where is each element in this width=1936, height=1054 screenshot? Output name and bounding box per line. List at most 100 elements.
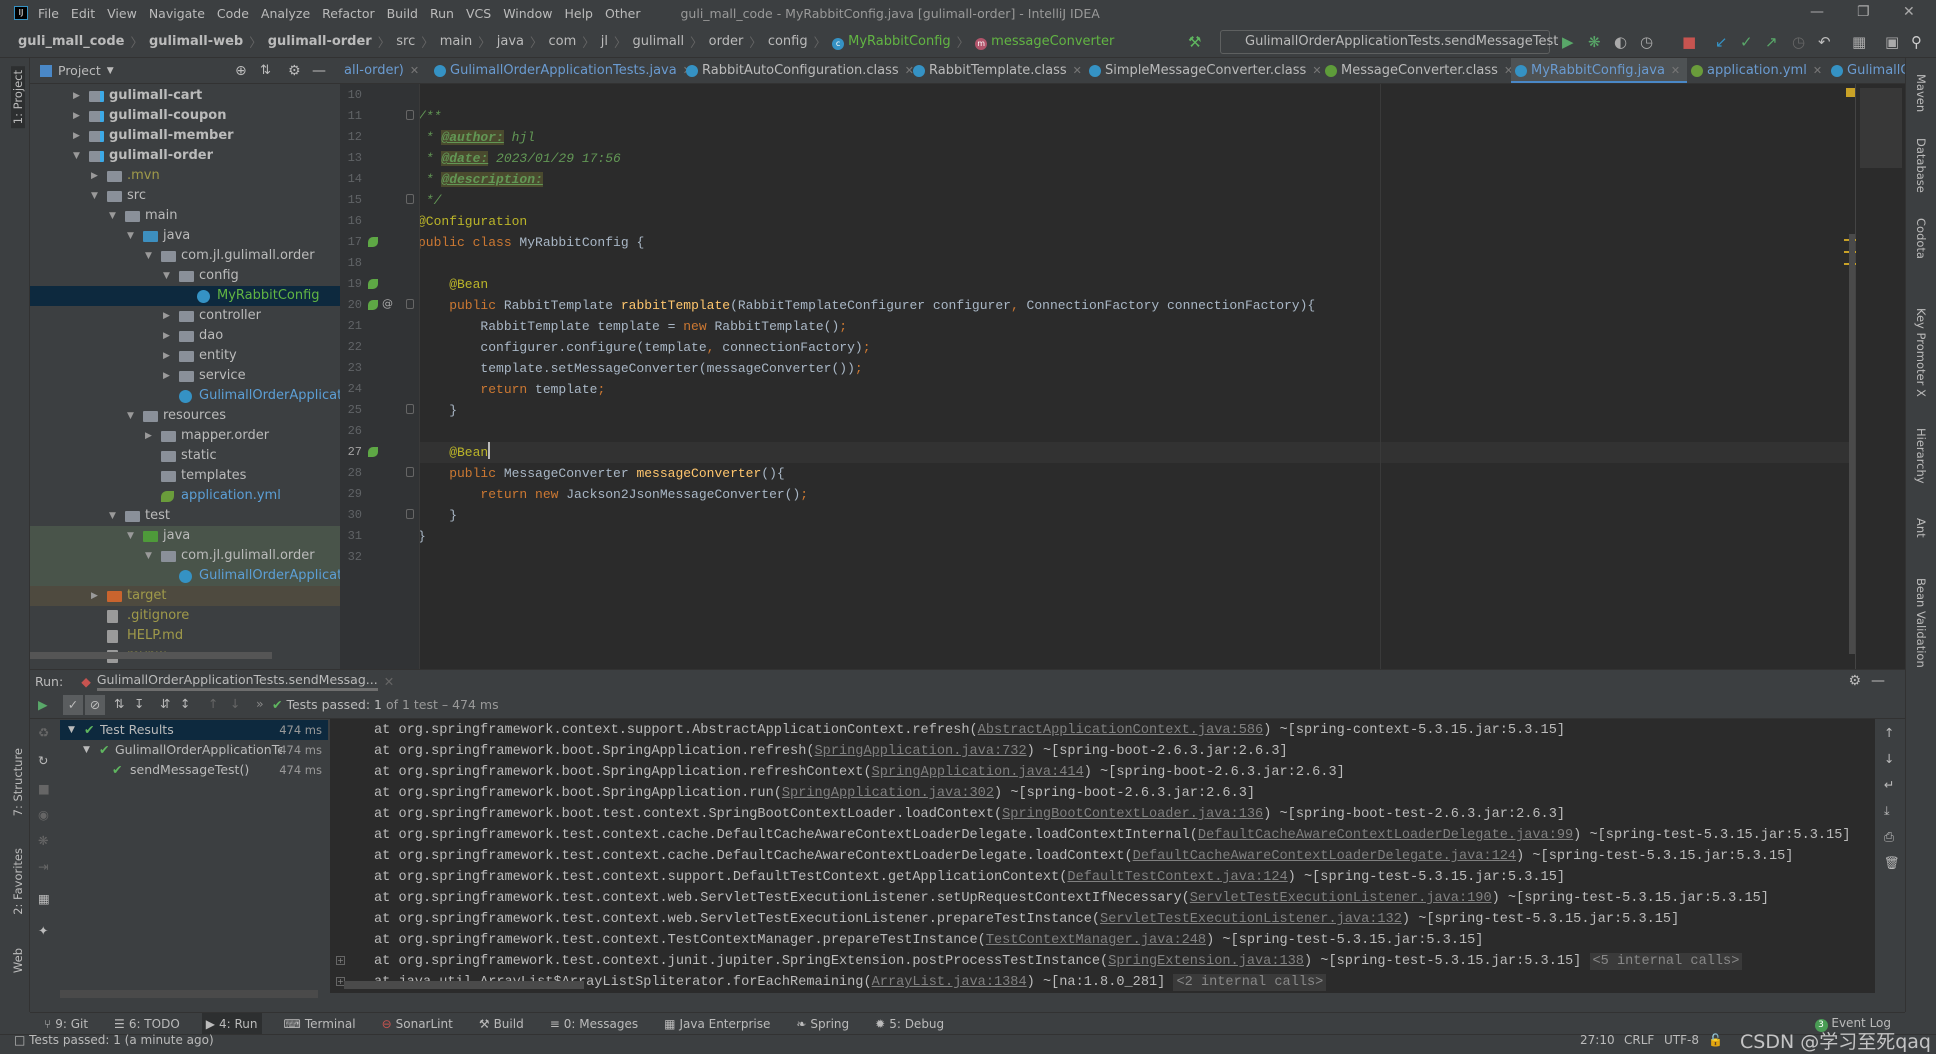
source-link[interactable]: SpringApplication.java:732 xyxy=(815,744,1027,759)
chevron-down-icon[interactable]: ▼ xyxy=(107,66,114,76)
spring-bean-icon[interactable] xyxy=(368,300,378,310)
editor-tab[interactable]: RabbitTemplate.class ✕ xyxy=(909,58,1085,83)
test-result-item[interactable]: ✔ sendMessageTest() 474 ms xyxy=(60,760,328,780)
tree-item[interactable]: ▶ gulimall-member xyxy=(30,126,340,146)
source-link[interactable]: ArrayList.java:1384 xyxy=(872,975,1027,990)
vcs-commit-icon[interactable]: ✓ xyxy=(1740,33,1753,51)
run-configuration-select[interactable]: GulimallOrderApplicationTests.sendMessag… xyxy=(1220,30,1558,69)
fold-icon[interactable] xyxy=(406,467,414,477)
debug-icon[interactable]: ❋ xyxy=(38,833,48,848)
line-separator[interactable]: CRLF xyxy=(1624,1033,1654,1047)
menu-refactor[interactable]: Refactor xyxy=(322,6,374,21)
show-ignored-icon[interactable]: ⊘ xyxy=(85,695,105,715)
breadcrumb-item[interactable]: order xyxy=(709,34,744,49)
tool-tab-run[interactable]: ▶ 4: Run xyxy=(201,1012,262,1035)
source-link[interactable]: AbstractApplicationContext.java:586 xyxy=(978,723,1264,738)
tree-item[interactable]: ▶ mapper.order xyxy=(30,426,340,446)
editor-tab[interactable]: GulimallOrderApplicationTests.java✕ xyxy=(430,58,692,83)
menu-run[interactable]: Run xyxy=(430,6,454,21)
tree-item[interactable]: ▼ config xyxy=(30,266,340,286)
tool-window-hierarchy[interactable]: Hierarchy xyxy=(1914,428,1928,484)
clear-icon[interactable]: 🗑 xyxy=(1884,855,1900,871)
presentation-icon[interactable]: ▣ xyxy=(1885,33,1899,51)
editor-scrollbar[interactable] xyxy=(1844,84,1905,669)
menu-navigate[interactable]: Navigate xyxy=(149,6,205,21)
collapsed-arrow-icon[interactable]: ▶ xyxy=(73,106,80,126)
breadcrumb-item[interactable]: gulimall-web xyxy=(149,34,243,49)
restore-icon[interactable]: ❐ xyxy=(1857,4,1870,20)
tool-tab-spring[interactable]: ❧ Spring xyxy=(792,1013,853,1035)
breadcrumb-item[interactable]: c MyRabbitConfig xyxy=(832,34,951,50)
tree-item[interactable]: GulimallOrderApplication xyxy=(30,386,340,406)
breadcrumb-item[interactable]: guli_mall_code xyxy=(18,34,124,49)
expanded-arrow-icon[interactable]: ▼ xyxy=(127,406,134,426)
tree-item[interactable]: ▼ java xyxy=(30,226,340,246)
fold-icon[interactable] xyxy=(406,194,414,204)
tree-item[interactable]: ▶ dao xyxy=(30,326,340,346)
spring-bean-icon[interactable] xyxy=(368,237,378,247)
more-icon[interactable]: » xyxy=(256,696,264,711)
tree-item[interactable]: ▼ com.jl.gulimall.order xyxy=(30,246,340,266)
breadcrumb-item[interactable]: m messageConverter xyxy=(975,34,1114,50)
tool-window-project[interactable]: 1: Project xyxy=(11,66,25,129)
editor-tab[interactable]: MyRabbitConfig.java ✕ xyxy=(1511,58,1687,83)
fold-icon[interactable] xyxy=(406,110,414,120)
editor-tab[interactable]: all-order) ✕ xyxy=(340,58,430,83)
collapsed-arrow-icon[interactable]: ▶ xyxy=(91,166,98,186)
expand-fold-icon[interactable]: + xyxy=(336,956,345,965)
toggle-tool-windows-icon[interactable]: □ xyxy=(14,1033,25,1047)
coverage-icon[interactable]: ◐ xyxy=(1614,33,1627,51)
show-passed-icon[interactable]: ✓ xyxy=(63,695,83,715)
tool-window-structure[interactable]: 7: Structure xyxy=(11,748,25,816)
breadcrumb-item[interactable]: jl xyxy=(601,34,608,49)
fold-icon[interactable] xyxy=(406,404,414,414)
menu-help[interactable]: Help xyxy=(564,6,593,21)
source-link[interactable]: DefaultTestContext.java:124 xyxy=(1067,870,1287,885)
menu-other[interactable]: Other xyxy=(605,6,641,21)
breadcrumb-item[interactable]: config xyxy=(768,34,808,49)
collapsed-arrow-icon[interactable]: ▶ xyxy=(145,426,152,446)
scroll-to-end-icon[interactable]: ⤓ xyxy=(1884,803,1890,819)
tree-item[interactable]: ▶ controller xyxy=(30,306,340,326)
expand-all-icon[interactable]: ⇵ xyxy=(160,696,170,711)
sort-alpha-icon[interactable]: ⇅ xyxy=(114,696,124,711)
hide-icon[interactable]: — xyxy=(312,63,326,79)
breadcrumb-item[interactable]: main xyxy=(440,34,472,49)
editor-tab[interactable]: MessageConverter.class ✕ xyxy=(1321,58,1513,83)
menu-edit[interactable]: Edit xyxy=(71,6,95,21)
code-editor[interactable]: /** * @author: hjl * @date: 2023/01/29 1… xyxy=(420,84,1855,669)
expanded-arrow-icon[interactable]: ▼ xyxy=(73,146,80,166)
expanded-arrow-icon[interactable]: ▼ xyxy=(83,740,90,760)
tree-item[interactable]: ▼ com.jl.gulimall.order xyxy=(30,546,340,566)
tree-item[interactable]: ▶ target xyxy=(30,586,340,606)
minimize-panel-icon[interactable]: — xyxy=(1871,673,1885,689)
tree-item[interactable]: ▶ entity xyxy=(30,346,340,366)
expanded-arrow-icon[interactable]: ▼ xyxy=(145,246,152,266)
tree-scrollbar[interactable] xyxy=(30,652,272,659)
tree-item[interactable]: ▶ service xyxy=(30,366,340,386)
expanded-arrow-icon[interactable]: ▼ xyxy=(109,206,116,226)
menu-view[interactable]: View xyxy=(107,6,137,21)
tool-window-maven[interactable]: Maven xyxy=(1914,74,1928,112)
tool-window-ant[interactable]: Ant xyxy=(1914,518,1928,538)
history-icon[interactable]: ◷ xyxy=(1792,33,1805,51)
source-link[interactable]: SpringApplication.java:414 xyxy=(872,765,1084,780)
tool-window-web[interactable]: Web xyxy=(11,948,25,973)
close-tab-icon[interactable]: ✕ xyxy=(1671,64,1680,77)
scroll-down-icon[interactable]: ↓ xyxy=(1884,751,1894,766)
tree-item[interactable]: ▶ .mvn xyxy=(30,166,340,186)
tree-item[interactable]: ▼ java xyxy=(30,526,340,546)
expanded-arrow-icon[interactable]: ▼ xyxy=(91,186,98,206)
tree-item[interactable]: GulimallOrderApplication xyxy=(30,566,340,586)
collapse-all-icon[interactable]: ↕ xyxy=(180,696,190,711)
previous-failed-icon[interactable]: ↑ xyxy=(208,696,218,711)
debug-icon[interactable]: ❋ xyxy=(1588,33,1601,51)
tool-window-bean-validation[interactable]: Bean Validation xyxy=(1914,578,1928,668)
autowired-icon[interactable]: @ xyxy=(382,297,393,310)
tree-item[interactable]: application.yml xyxy=(30,486,340,506)
build-hammer-icon[interactable]: ⚒ xyxy=(1188,33,1201,51)
tree-item[interactable]: .gitignore xyxy=(30,606,340,626)
menu-code[interactable]: Code xyxy=(217,6,249,21)
collapsed-arrow-icon[interactable]: ▶ xyxy=(73,126,80,146)
fold-icon[interactable] xyxy=(406,299,414,309)
